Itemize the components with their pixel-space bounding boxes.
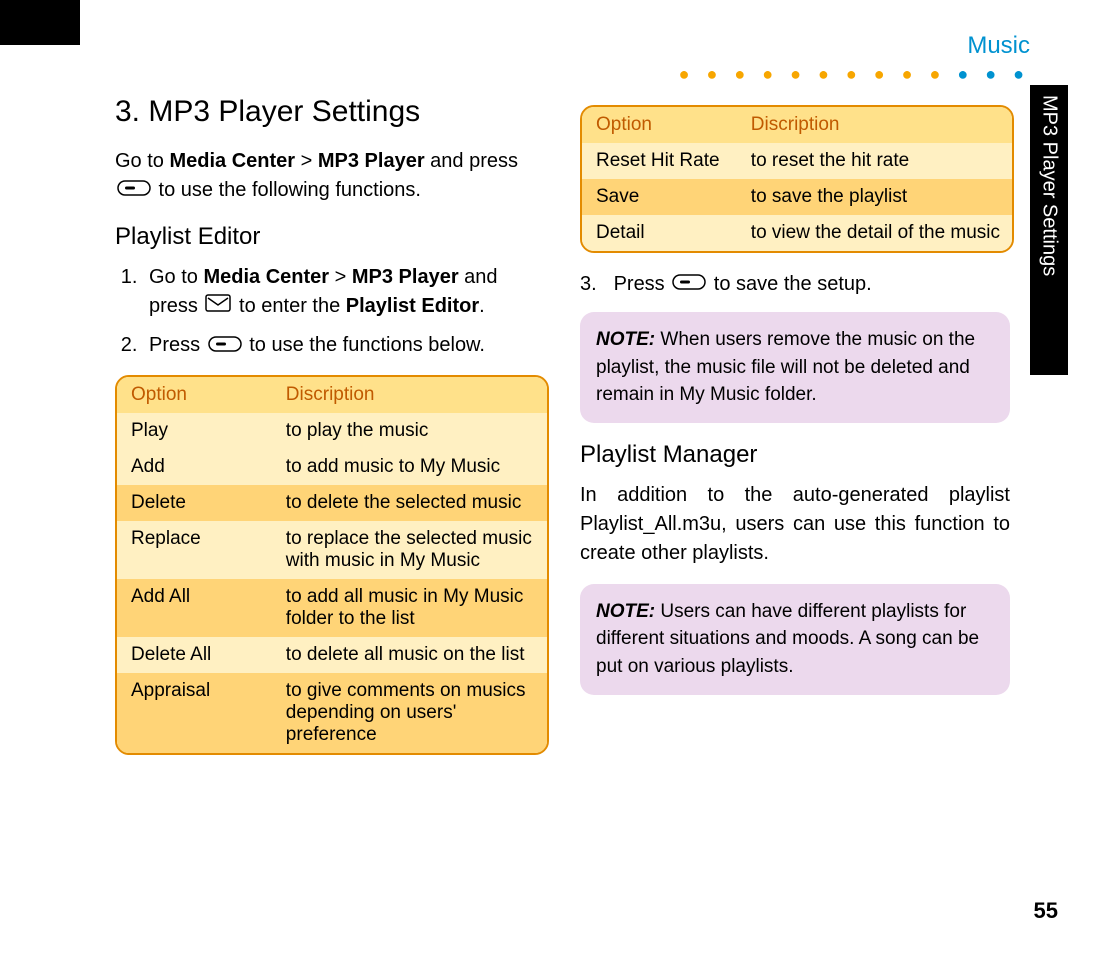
paragraph: In addition to the auto-generated playli… <box>580 481 1010 568</box>
main-title: 3. MP3 Player Settings <box>115 95 545 129</box>
table-row: Add Allto add all music in My Music fold… <box>117 579 547 637</box>
softkey-icon <box>117 176 151 205</box>
header-description: Discription <box>737 107 1012 143</box>
header-option: Option <box>117 377 272 413</box>
content: 3. MP3 Player Settings Go to Media Cente… <box>115 95 1015 755</box>
section-label: Music <box>679 32 1030 60</box>
options-table-2: Option Discription Reset Hit Rateto rese… <box>580 105 1014 253</box>
table-row: Replaceto replace the selected music wit… <box>117 521 547 579</box>
cell: Replace <box>117 521 272 579</box>
note-label: NOTE: <box>596 601 655 622</box>
right-column: Option Discription Reset Hit Rateto rese… <box>580 99 1010 755</box>
intro-paragraph: Go to Media Center > MP3 Player and pres… <box>115 147 545 205</box>
text: Press <box>149 334 206 356</box>
softkey-icon <box>208 332 242 361</box>
table-row: Delete Allto delete all music on the lis… <box>117 637 547 673</box>
table-header: Option Discription <box>117 377 547 413</box>
note-box-2: NOTE: Users can have different playlists… <box>580 584 1010 695</box>
cell: to view the detail of the music <box>737 215 1012 251</box>
cell: Save <box>582 179 737 215</box>
table-row: Deleteto delete the selected music <box>117 485 547 521</box>
envelope-key-icon <box>205 292 231 321</box>
table-row: Reset Hit Rateto reset the hit rate <box>582 143 1012 179</box>
cell: Play <box>117 413 272 449</box>
note-label: NOTE: <box>596 329 655 350</box>
side-tab: MP3 Player Settings <box>1030 85 1068 375</box>
table-header: Option Discription <box>582 107 1012 143</box>
text: . <box>479 295 485 317</box>
cell: to delete all music on the list <box>272 637 547 673</box>
page-number: 55 <box>1034 898 1058 924</box>
text: to enter the <box>233 295 345 317</box>
left-column: 3. MP3 Player Settings Go to Media Cente… <box>115 95 545 755</box>
cell: Add <box>117 449 272 485</box>
note-box-1: NOTE: When users remove the music on the… <box>580 312 1010 423</box>
cell: to add music to My Music <box>272 449 547 485</box>
cell: to play the music <box>272 413 547 449</box>
cell: Delete <box>117 485 272 521</box>
table-row: Saveto save the playlist <box>582 179 1012 215</box>
table-row: Addto add music to My Music <box>117 449 547 485</box>
text: Press <box>614 273 671 295</box>
cell: to give comments on musics depending on … <box>272 673 547 753</box>
text: Go to <box>149 266 203 288</box>
text-bold: Playlist Editor <box>346 295 479 317</box>
header-area: Music ● ● ● ● ● ● ● ● ● ● ● ● ● <box>679 32 1030 85</box>
cell: to delete the selected music <box>272 485 547 521</box>
text: > <box>295 150 318 172</box>
cell: to reset the hit rate <box>737 143 1012 179</box>
cell: Add All <box>117 579 272 637</box>
cell: to add all music in My Music folder to t… <box>272 579 547 637</box>
header-description: Discription <box>272 377 547 413</box>
text: Go to <box>115 150 169 172</box>
cell: Reset Hit Rate <box>582 143 737 179</box>
step-number: 3. <box>580 273 608 296</box>
table-row: Appraisalto give comments on musics depe… <box>117 673 547 753</box>
steps-list: Go to Media Center > MP3 Player and pres… <box>115 263 545 360</box>
subheading-playlist-manager: Playlist Manager <box>580 441 1010 469</box>
text-bold: Media Center <box>169 150 295 172</box>
text: > <box>329 266 352 288</box>
step-1: Go to Media Center > MP3 Player and pres… <box>143 263 545 321</box>
corner-decoration <box>0 0 80 45</box>
step-2: Press to use the functions below. <box>143 331 545 360</box>
text: to use the following functions. <box>153 179 421 201</box>
cell: Delete All <box>117 637 272 673</box>
cell: Appraisal <box>117 673 272 753</box>
subheading-playlist-editor: Playlist Editor <box>115 223 545 251</box>
text: to use the functions below. <box>244 334 485 356</box>
cell: to replace the selected music with music… <box>272 521 547 579</box>
text-bold: MP3 Player <box>352 266 459 288</box>
text-bold: MP3 Player <box>318 150 425 172</box>
text: to save the setup. <box>708 273 871 295</box>
page: MP3 Player Settings Music ● ● ● ● ● ● ● … <box>0 0 1108 954</box>
options-table-1: Option Discription Playto play the music… <box>115 375 549 755</box>
table-row: Playto play the music <box>117 413 547 449</box>
text-bold: Media Center <box>203 266 329 288</box>
step-3: 3. Press to save the setup. <box>580 273 1010 296</box>
table-row: Detailto view the detail of the music <box>582 215 1012 251</box>
header-option: Option <box>582 107 737 143</box>
text: and press <box>425 150 518 172</box>
decorative-dots: ● ● ● ● ● ● ● ● ● ● ● ● ● <box>679 64 1030 85</box>
cell: Detail <box>582 215 737 251</box>
softkey-icon <box>672 273 706 296</box>
cell: to save the playlist <box>737 179 1012 215</box>
